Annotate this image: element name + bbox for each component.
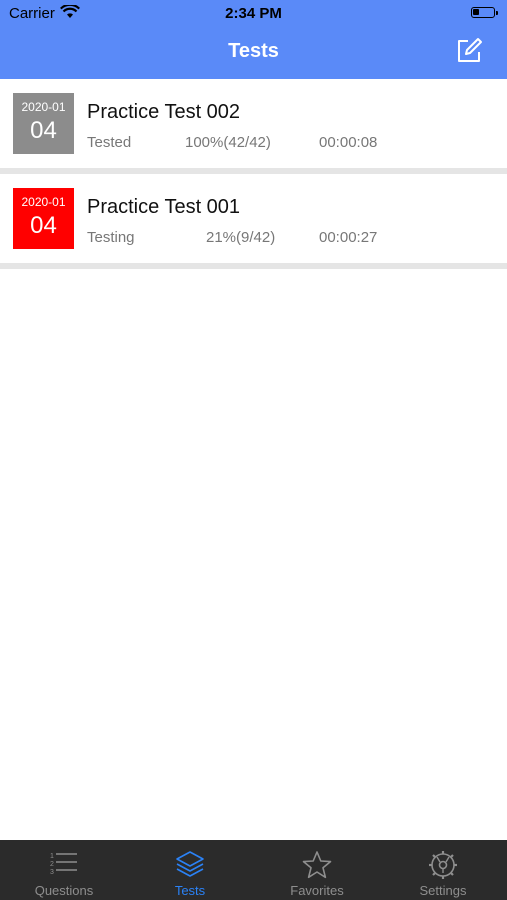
tab-tests[interactable]: Tests [127,840,253,900]
date-badge: 2020-01 04 [13,93,74,154]
svg-text:1: 1 [50,853,54,860]
navigation-header: Carrier 2:34 PM Tests [0,0,507,79]
test-duration: 00:00:27 [319,229,378,246]
row-separator [0,263,507,269]
date-year-month: 2020-01 [21,100,66,114]
svg-text:2: 2 [50,861,54,868]
tab-bar: 1 2 3 Questions Tests Favorites Settings [0,840,507,900]
test-status: Testing [87,229,135,246]
page-title: Tests [228,40,279,62]
status-bar: Carrier 2:34 PM [0,0,507,28]
test-duration: 00:00:08 [319,134,378,151]
test-row[interactable]: 2020-01 04 Practice Test 001 Testing 21%… [0,174,507,263]
clock: 2:34 PM [225,5,282,22]
date-badge: 2020-01 04 [13,188,74,249]
test-status: Tested [87,134,132,151]
star-icon [302,851,332,879]
test-row[interactable]: 2020-01 04 Practice Test 002 Tested 100%… [0,79,507,168]
test-title: Practice Test 002 [87,101,241,123]
battery-icon [471,7,498,18]
layers-icon [176,851,204,877]
test-title: Practice Test 001 [87,196,241,218]
list-icon: 1 2 3 [50,853,77,876]
tab-label: Tests [174,883,206,898]
tab-label: Questions [34,883,94,898]
tab-label: Settings [419,883,467,898]
compose-button[interactable] [455,37,483,65]
tab-settings[interactable]: Settings [380,840,506,900]
gear-icon [429,851,457,879]
date-year-month: 2020-01 [21,195,66,209]
test-list: 2020-01 04 Practice Test 002 Tested 100%… [0,79,507,269]
test-progress: 21%(9/42) [206,229,276,246]
tab-label: Favorites [290,883,344,898]
svg-text:3: 3 [50,869,54,876]
date-day: 04 [30,212,57,239]
compose-icon [458,38,482,62]
date-day: 04 [30,117,57,144]
test-progress: 100%(42/42) [185,134,271,151]
tab-questions[interactable]: 1 2 3 Questions [1,840,127,900]
tab-favorites[interactable]: Favorites [254,840,380,900]
